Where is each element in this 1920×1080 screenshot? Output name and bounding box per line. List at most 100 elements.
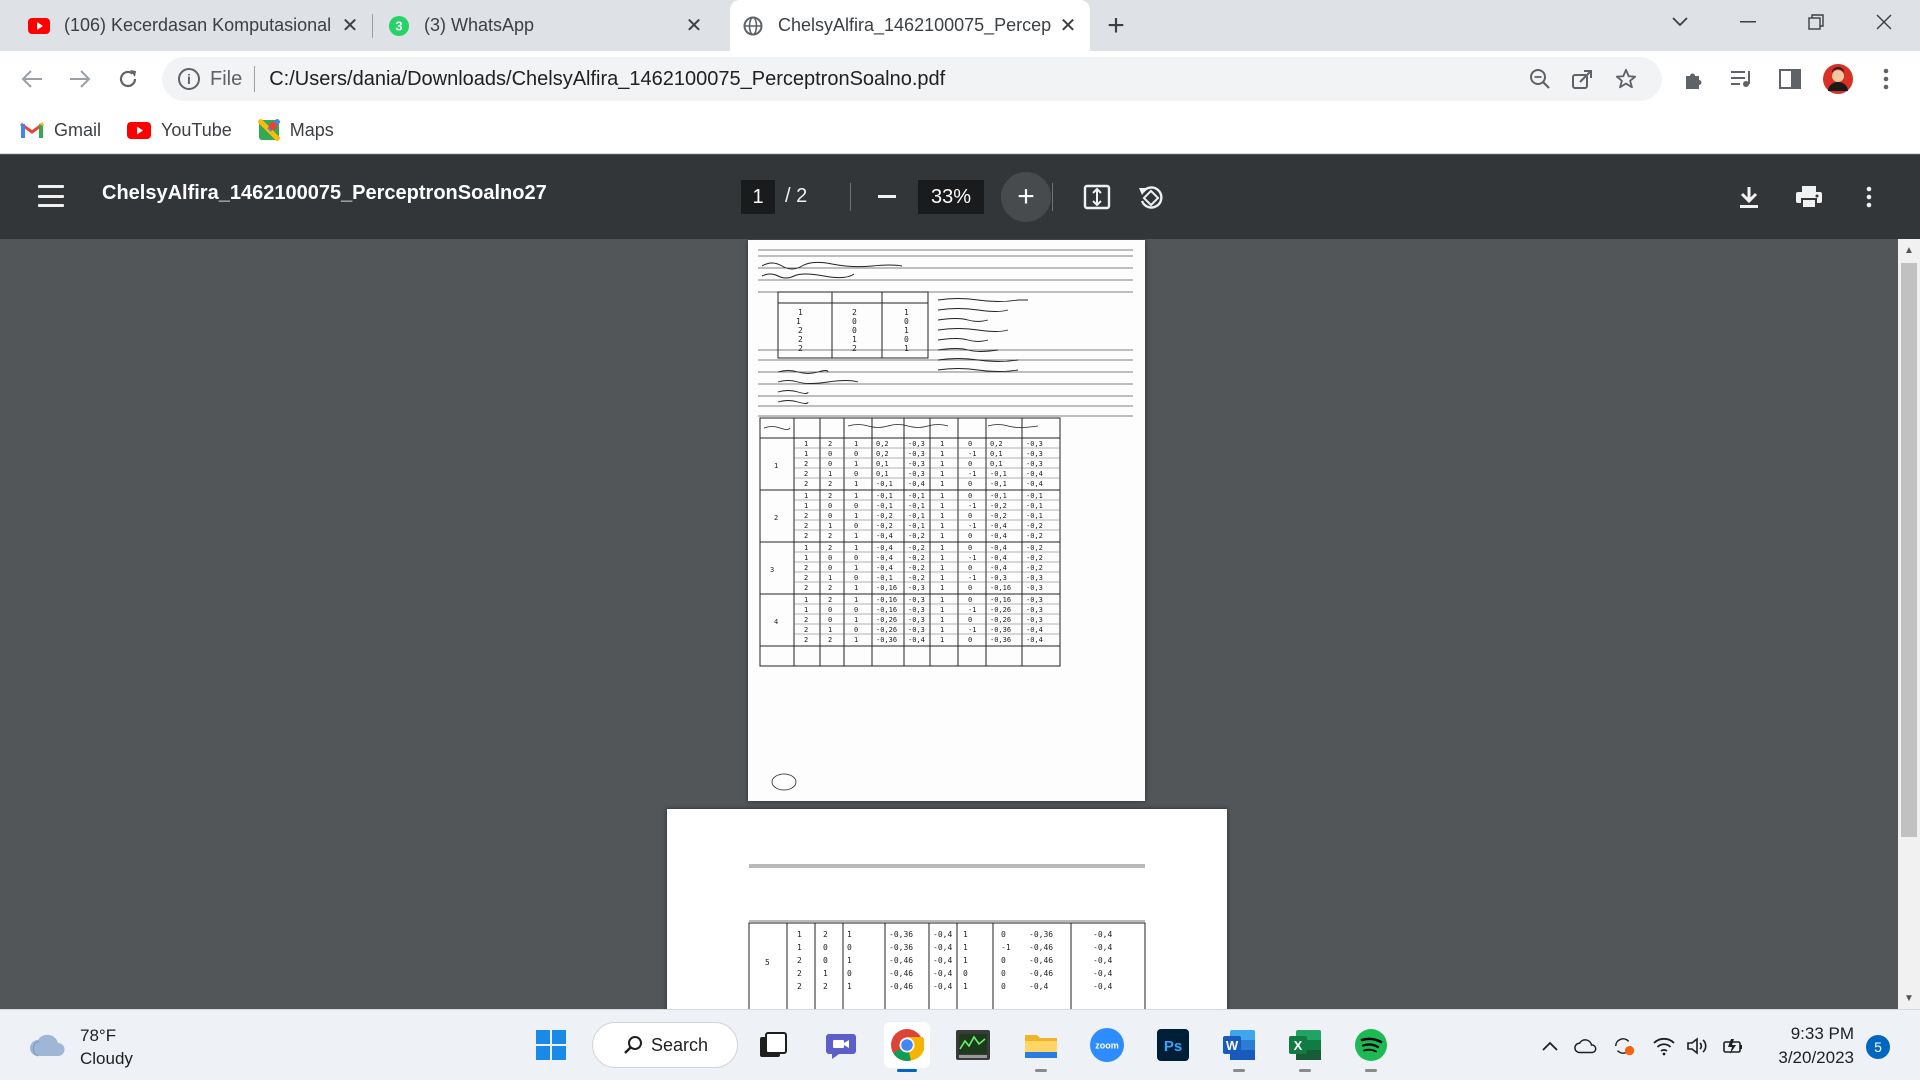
svg-text:0: 0 (968, 564, 972, 572)
svg-text:0: 0 (854, 574, 858, 582)
close-tab-icon[interactable]: ✕ (340, 15, 360, 37)
zoom-level-input[interactable]: 33% (918, 180, 984, 214)
fit-to-page-icon[interactable] (1081, 181, 1113, 213)
svg-text:0: 0 (828, 512, 832, 520)
svg-text:-0,4: -0,4 (1026, 636, 1043, 644)
bookmark-star-icon[interactable] (1606, 68, 1646, 90)
tab-pdf-active[interactable]: ChelsyAlfira_1462100075_Percep ✕ (730, 0, 1090, 51)
profile-avatar[interactable] (1822, 63, 1854, 95)
svg-text:-0,3: -0,3 (908, 616, 925, 624)
rotate-icon[interactable] (1135, 181, 1167, 213)
svg-text:Ps: Ps (1164, 1038, 1182, 1055)
svg-text:0: 0 (823, 943, 828, 952)
onedrive-cloud-icon[interactable] (1574, 1034, 1598, 1058)
close-tab-icon[interactable]: ✕ (684, 15, 704, 37)
file-explorer-icon[interactable] (1018, 1022, 1064, 1072)
close-tab-icon[interactable]: ✕ (1058, 15, 1078, 37)
svg-text:-0,3: -0,3 (990, 574, 1007, 582)
notification-badge[interactable]: 5 (1866, 1035, 1890, 1059)
svg-text:-0,3: -0,3 (1026, 574, 1043, 582)
print-icon[interactable] (1793, 181, 1825, 213)
spotify-icon[interactable] (1348, 1022, 1394, 1072)
back-arrow-icon[interactable] (14, 61, 50, 97)
svg-text:0,2: 0,2 (990, 440, 1003, 448)
photoshop-icon[interactable]: Ps (1150, 1022, 1196, 1068)
reload-icon[interactable] (110, 61, 146, 97)
chrome-taskbar-icon[interactable] (884, 1022, 930, 1072)
tab-whatsapp[interactable]: 3 (3) WhatsApp ✕ (376, 0, 716, 51)
teams-chat-icon[interactable] (818, 1022, 864, 1068)
new-tab-button[interactable]: + (1100, 9, 1132, 42)
url-divider (254, 66, 256, 92)
excel-icon[interactable]: X (1282, 1022, 1328, 1072)
bookmark-youtube[interactable]: YouTube (127, 120, 232, 141)
svg-text:2: 2 (828, 480, 832, 488)
weather-widget[interactable]: 78°F Cloudy (28, 1024, 133, 1070)
browser-menu-icon[interactable] (1870, 63, 1902, 95)
close-window-button[interactable] (1856, 0, 1912, 44)
svg-text:1: 1 (940, 480, 944, 488)
forward-arrow-icon[interactable] (62, 61, 98, 97)
pdf-viewer[interactable]: 121 100 201 210 221 1 2 1 0,2 -0,3 1 0 0… (0, 239, 1898, 1009)
zoom-app-icon[interactable]: zoom (1084, 1022, 1130, 1068)
svg-text:0,2: 0,2 (876, 450, 889, 458)
svg-text:-0,4: -0,4 (990, 544, 1007, 552)
extensions-puzzle-icon[interactable] (1678, 63, 1710, 95)
restore-button[interactable] (1788, 0, 1844, 44)
page-number-input[interactable]: 1 (741, 180, 775, 214)
svg-text:-0,4: -0,4 (1093, 930, 1112, 939)
svg-text:1: 1 (940, 564, 944, 572)
maps-icon (257, 119, 280, 141)
taskbar-clock[interactable]: 9:33 PM 3/20/2023 (1762, 1022, 1854, 1070)
taskbar-search[interactable]: Search (592, 1022, 738, 1068)
wifi-icon[interactable] (1652, 1034, 1676, 1058)
toolbar-divider (850, 183, 851, 211)
scroll-up-arrow-icon[interactable]: ▲ (1898, 241, 1920, 259)
bookmark-maps[interactable]: Maps (257, 119, 334, 141)
zoom-magnifier-icon[interactable] (1524, 68, 1556, 90)
url-text[interactable]: C:/Users/dania/Downloads/ChelsyAlfira_14… (269, 68, 945, 91)
svg-text:-0,3: -0,3 (1026, 606, 1043, 614)
tab-search-chevron-icon[interactable] (1652, 0, 1708, 44)
start-button[interactable] (528, 1022, 574, 1068)
svg-text:-0,36: -0,36 (889, 943, 913, 952)
svg-text:-0,1: -0,1 (876, 492, 893, 500)
tab-youtube[interactable]: (106) Kecerdasan Komputasional ✕ (16, 0, 372, 51)
cpu-monitor-app-icon[interactable] (950, 1022, 996, 1068)
svg-text:-0,1: -0,1 (908, 492, 925, 500)
pdf-more-icon[interactable] (1853, 181, 1885, 213)
vertical-scrollbar[interactable]: ▲ ▼ (1898, 239, 1920, 1009)
show-hidden-icons-chevron-icon[interactable] (1538, 1034, 1562, 1058)
scrollbar-thumb[interactable] (1901, 263, 1917, 837)
svg-text:-0,4: -0,4 (1026, 480, 1043, 488)
word-icon[interactable]: W (1216, 1022, 1262, 1072)
svg-text:2: 2 (797, 982, 802, 991)
zoom-in-button[interactable]: + (1001, 172, 1051, 222)
svg-text:0: 0 (968, 532, 972, 540)
volume-icon[interactable] (1686, 1034, 1710, 1058)
svg-text:-0,16: -0,16 (876, 584, 897, 592)
zoom-out-button[interactable] (872, 181, 902, 211)
whatsapp-icon: 3 (388, 15, 410, 37)
scroll-down-arrow-icon[interactable]: ▼ (1898, 989, 1920, 1007)
svg-text:-0,2: -0,2 (908, 544, 925, 552)
sync-status-icon[interactable] (1612, 1034, 1636, 1058)
svg-text:1: 1 (854, 584, 858, 592)
minimize-button[interactable] (1720, 0, 1776, 44)
battery-charging-icon[interactable] (1722, 1034, 1746, 1058)
svg-text:-0,4: -0,4 (876, 554, 893, 562)
download-icon[interactable] (1733, 181, 1765, 213)
svg-text:1: 1 (798, 308, 803, 317)
svg-text:2: 2 (804, 512, 808, 520)
task-view-icon[interactable] (750, 1022, 796, 1068)
bookmark-gmail[interactable]: Gmail (20, 120, 101, 141)
site-info-icon[interactable]: i (178, 68, 200, 90)
svg-text:0: 0 (828, 616, 832, 624)
svg-text:2: 2 (804, 460, 808, 468)
pdf-menu-icon[interactable] (38, 185, 64, 207)
svg-text:1: 1 (854, 544, 858, 552)
media-queue-icon[interactable] (1726, 63, 1758, 95)
share-icon[interactable] (1558, 68, 1606, 90)
address-bar[interactable]: i File C:/Users/dania/Downloads/ChelsyAl… (162, 57, 1662, 101)
side-panel-icon[interactable] (1774, 63, 1806, 95)
